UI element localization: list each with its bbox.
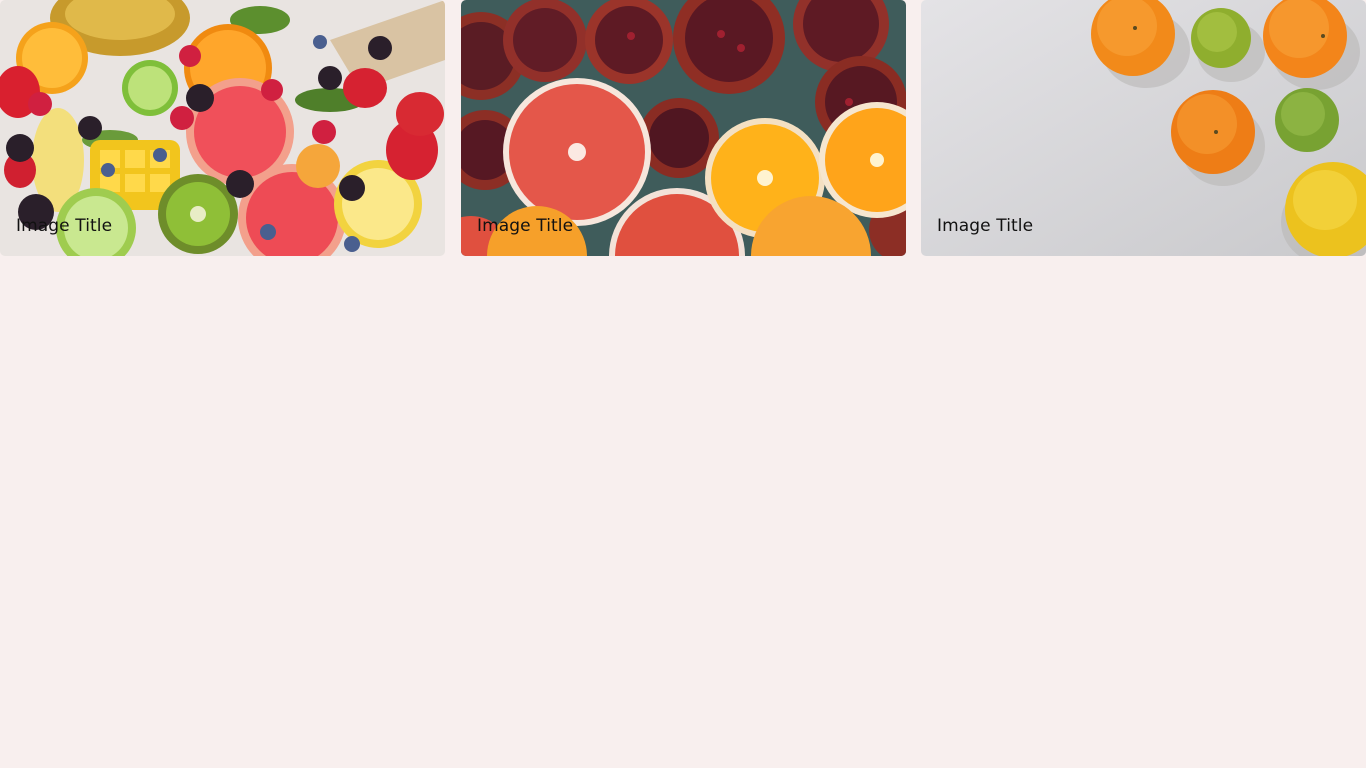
card-title: Image Title bbox=[16, 216, 113, 236]
card-title: Image Title bbox=[937, 216, 1034, 236]
gallery-card-citrus-white[interactable]: Image Title bbox=[921, 0, 1366, 256]
image-gallery: Image Title Image Title Image Title bbox=[0, 0, 1366, 256]
gallery-card-fruit-platter[interactable]: Image Title bbox=[0, 0, 445, 256]
gallery-card-citrus-pomegranate[interactable]: Image Title bbox=[461, 0, 906, 256]
card-title: Image Title bbox=[477, 216, 574, 236]
